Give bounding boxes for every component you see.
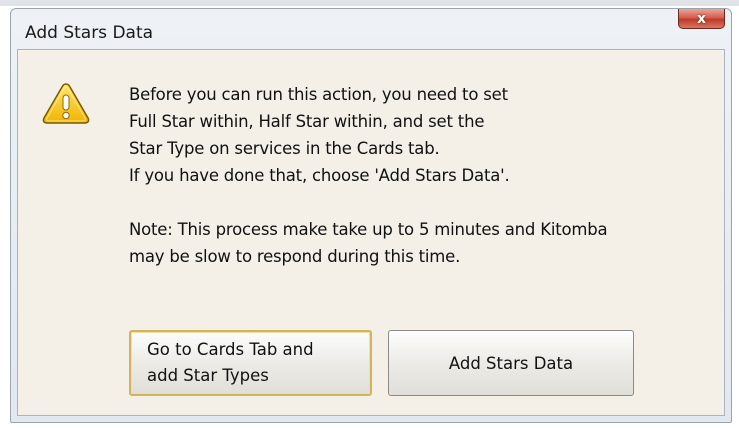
message-line: If you have done that, choose 'Add Stars…: [129, 166, 510, 185]
add-stars-data-label: Add Stars Data: [448, 353, 574, 373]
message-line: Before you can run this action, you need…: [129, 85, 508, 104]
background-edge: [0, 0, 739, 6]
message-line: Star Type on services in the Cards tab.: [129, 139, 440, 158]
message-text: Before you can run this action, you need…: [129, 81, 608, 270]
window-title: Add Stars Data: [25, 23, 154, 43]
add-stars-data-button[interactable]: Add Stars Data: [388, 330, 634, 396]
go-to-cards-tab-label: Go to Cards Tab and add Star Types: [147, 340, 314, 385]
add-stars-dialog: Add Stars Data x Before you can run this…: [10, 8, 732, 423]
warning-icon: [42, 83, 90, 124]
title-bar[interactable]: Add Stars Data x: [11, 9, 731, 49]
message-line: Full Star within, Half Star within, and …: [129, 112, 485, 131]
close-button[interactable]: x: [678, 9, 725, 29]
go-to-cards-tab-button[interactable]: Go to Cards Tab and add Star Types: [129, 330, 372, 396]
note-line: may be slow to respond during this time.: [129, 247, 461, 266]
close-icon: x: [696, 10, 707, 27]
note-line: Note: This process make take up to 5 min…: [129, 220, 608, 239]
dialog-content: Before you can run this action, you need…: [17, 49, 725, 416]
